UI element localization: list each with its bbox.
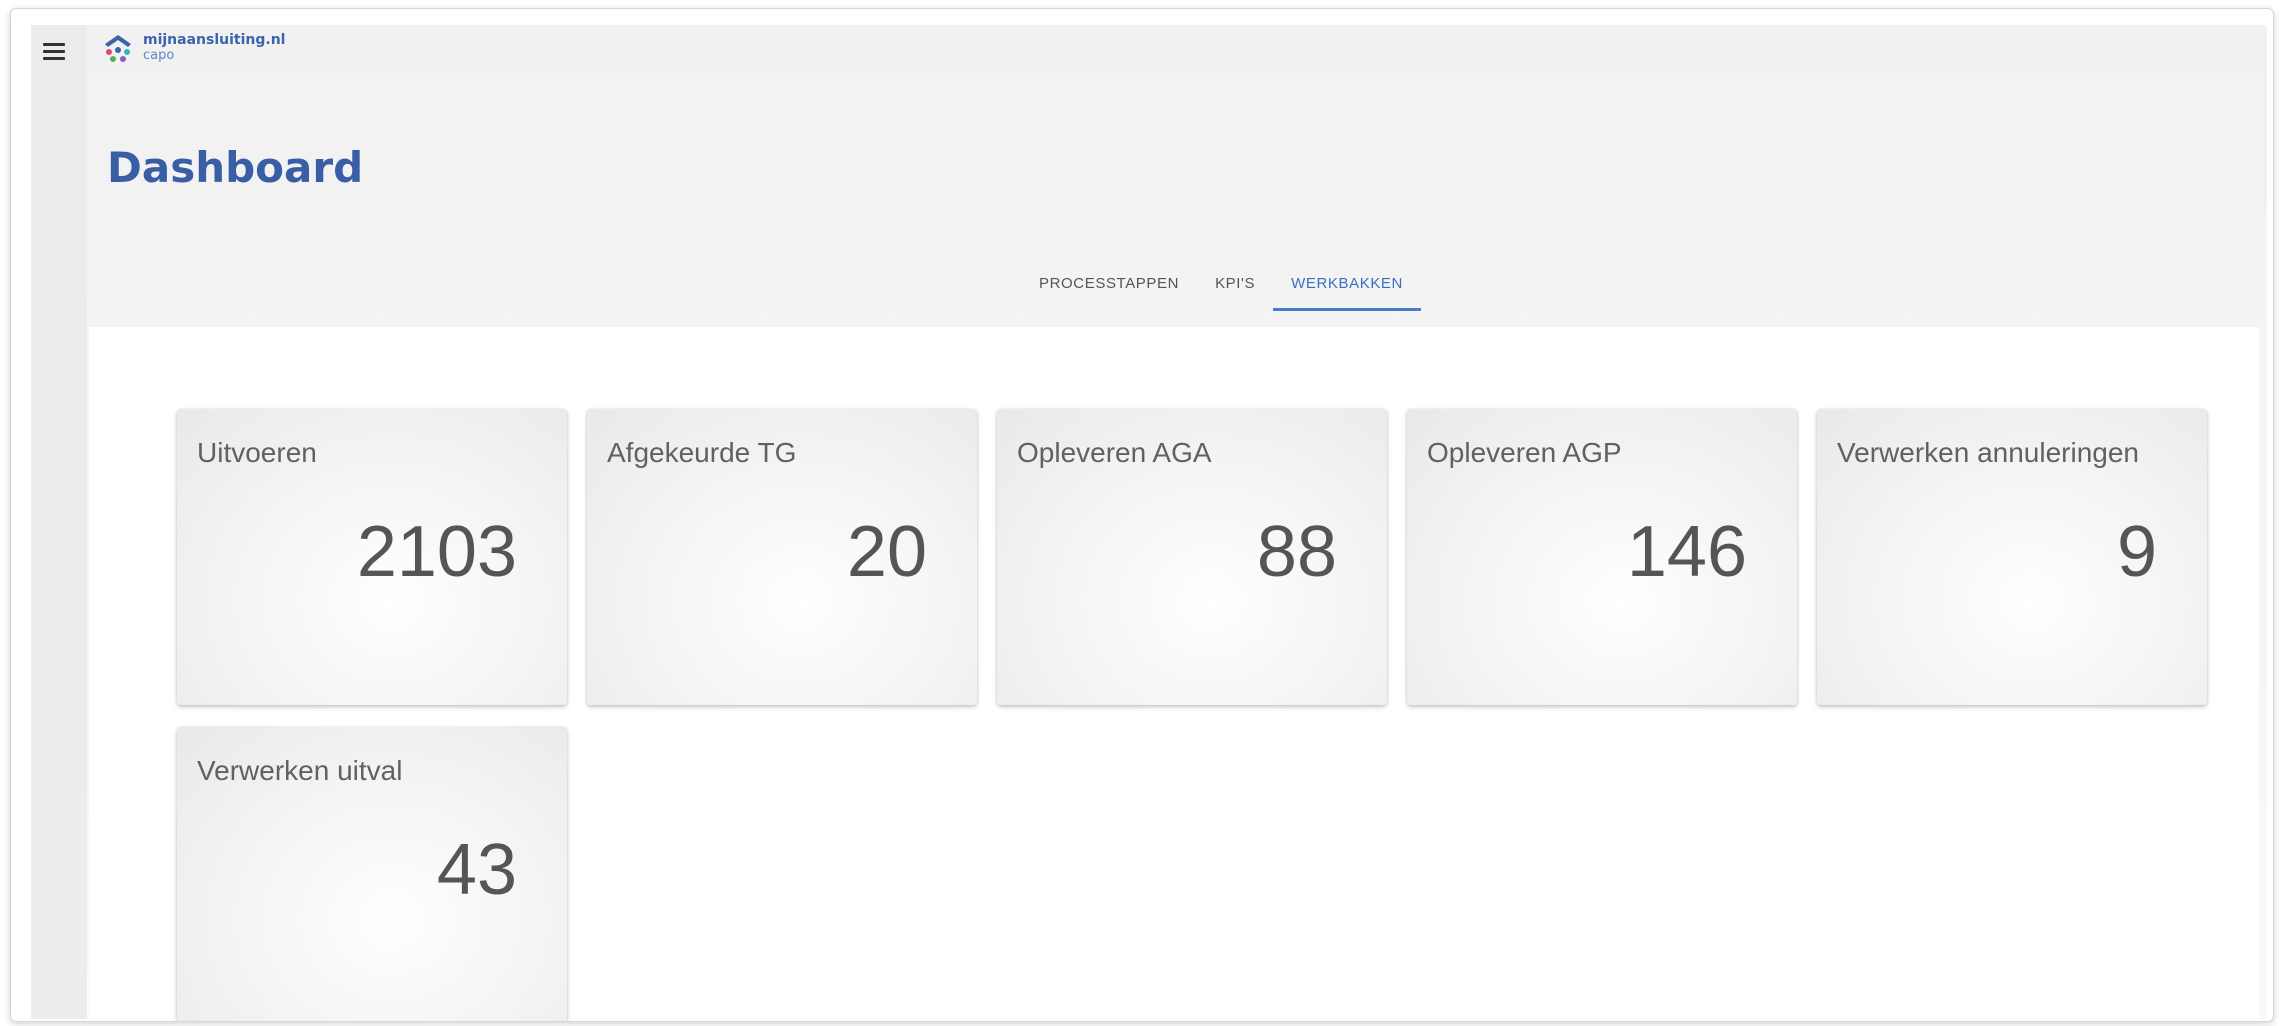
card-label: Uitvoeren <box>197 437 317 468</box>
card-label: Verwerken uitval <box>197 755 403 786</box>
card-count: 88 <box>1256 512 1337 592</box>
app-window: mijnaansluiting.nl capo Dashboard PROCES… <box>31 25 2267 1021</box>
card-count: 2103 <box>356 512 517 592</box>
card-count: 146 <box>1626 512 1747 592</box>
tab-processtappen[interactable]: PROCESSTAPPEN <box>1021 265 1197 311</box>
werkbakken-panel: Uitvoeren 2103 Afgekeurde TG 20 Oplevere… <box>89 327 2259 1021</box>
screenshot-frame: mijnaansluiting.nl capo Dashboard PROCES… <box>10 8 2274 1022</box>
workbin-card-opleveren-agp[interactable]: Opleveren AGP 146 <box>1407 409 1797 705</box>
app-logo[interactable]: mijnaansluiting.nl capo <box>101 31 285 65</box>
tab-kpis[interactable]: KPI'S <box>1197 265 1273 311</box>
card-count: 20 <box>846 512 927 592</box>
workbin-card-verwerken-uitval[interactable]: Verwerken uitval 43 <box>177 727 567 1021</box>
tab-bar: PROCESSTAPPEN KPI'S WERKBAKKEN <box>1021 265 1421 311</box>
logo-brand-suffix: .nl <box>265 32 286 48</box>
hamburger-menu-icon[interactable] <box>43 43 65 61</box>
workbin-card-opleveren-aga[interactable]: Opleveren AGA 88 <box>997 409 1387 705</box>
house-logo-icon <box>101 31 135 65</box>
workbin-card-verwerken-annuleringen[interactable]: Verwerken annuleringen 9 <box>1817 409 2207 705</box>
logo-subtitle: capo <box>143 48 175 63</box>
side-rail <box>31 25 87 1019</box>
page-title: Dashboard <box>107 143 364 192</box>
card-count: 9 <box>2116 512 2157 592</box>
workbin-card-afgekeurde-tg[interactable]: Afgekeurde TG 20 <box>587 409 977 705</box>
logo-text: mijnaansluiting.nl capo <box>143 31 286 64</box>
card-label: Afgekeurde TG <box>607 437 797 468</box>
card-label: Opleveren AGP <box>1427 437 1622 468</box>
card-label: Verwerken annuleringen <box>1837 437 2139 468</box>
card-label: Opleveren AGA <box>1017 437 1212 468</box>
card-count: 43 <box>436 830 517 910</box>
workbin-card-uitvoeren[interactable]: Uitvoeren 2103 <box>177 409 567 705</box>
tab-werkbakken[interactable]: WERKBAKKEN <box>1273 265 1421 311</box>
logo-brand-name: mijnaansluiting <box>143 32 266 48</box>
